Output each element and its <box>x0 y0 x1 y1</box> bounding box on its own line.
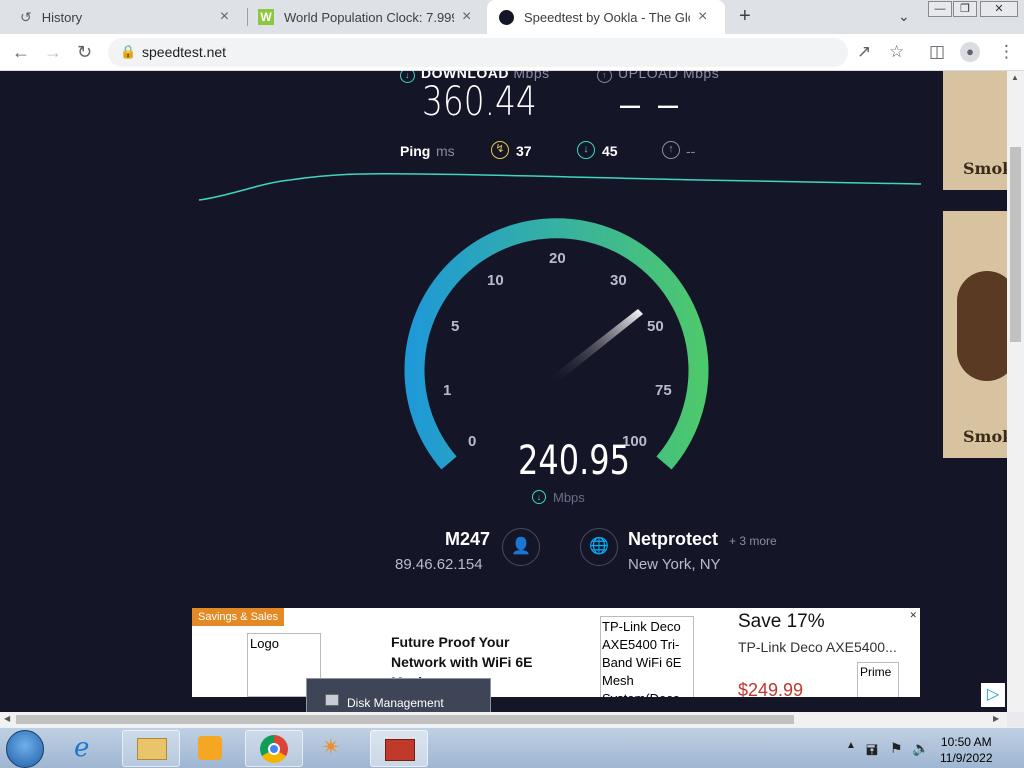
tab-strip: ↺ History × W World Population Clock: 7.… <box>0 0 1024 34</box>
smokey-bear-image <box>957 271 1007 381</box>
worldometer-icon: W <box>258 9 274 25</box>
gauge-tick-label: 5 <box>451 318 459 335</box>
new-tab-button[interactable]: + <box>739 5 751 28</box>
ad-save-text: Save 17% <box>738 611 825 632</box>
download-arrow-icon: ↓ <box>532 490 546 504</box>
close-tab-icon[interactable]: × <box>220 8 229 26</box>
gauge-speed-value: 240.95 <box>518 438 630 484</box>
browser-toolbar: ← → ↻ 🔒 speedtest.net ↗ ☆ ◫ ● ⋮ <box>0 34 1024 71</box>
close-window-button[interactable]: ✕ <box>980 1 1018 17</box>
ad-price: $249.99 <box>738 680 804 697</box>
clock-time: 10:50 AM <box>940 735 992 749</box>
gauge-tick-label: 10 <box>487 272 504 289</box>
server-name[interactable]: Netprotect <box>628 529 718 550</box>
side-ad-text: Smok <box>963 159 1007 178</box>
tab-history[interactable]: ↺ History × <box>10 0 246 34</box>
server-location: New York, NY <box>628 556 721 573</box>
disk-management-icon <box>325 694 339 706</box>
menu-kebab-icon[interactable]: ⋮ <box>998 42 1015 62</box>
tray-expand-icon[interactable]: ▲ <box>846 740 856 751</box>
ad-close-icon[interactable]: ✕ <box>909 610 917 621</box>
ad-logo-alt: Logo <box>250 636 279 651</box>
gauge-tick-label: 75 <box>655 382 672 399</box>
side-ad-top[interactable]: Smok <box>943 71 1007 190</box>
history-icon: ↺ <box>20 8 32 25</box>
side-panel-icon[interactable]: ◫ <box>929 42 945 62</box>
close-tab-icon[interactable]: × <box>462 8 471 26</box>
tab-speedtest[interactable]: Speedtest by Ookla - The Global × <box>487 0 725 34</box>
scroll-right-icon[interactable]: ▶ <box>993 714 999 723</box>
ad-product-alt: TP-Link Deco AXE5400 Tri-Band WiFi 6E Me… <box>602 619 682 697</box>
gauge-tick-label: 1 <box>443 382 451 399</box>
disk-management-thumbnail[interactable]: Disk Management <box>306 678 491 712</box>
adchoices-icon[interactable]: ▷ <box>981 683 1005 707</box>
isp-name: M247 <box>445 529 491 549</box>
ad-product-image: TP-Link Deco AXE5400 Tri-Band WiFi 6E Me… <box>600 616 694 697</box>
media-player-icon[interactable] <box>198 736 222 760</box>
globe-icon: 🌐 <box>580 528 618 566</box>
folder-icon <box>137 738 167 760</box>
system-clock[interactable]: 10:50 AM 11/9/2022 <box>940 734 993 766</box>
gauge-tick-label: 50 <box>647 318 664 335</box>
ad-tag: Savings & Sales <box>192 608 285 626</box>
url-text[interactable]: speedtest.net <box>142 44 226 60</box>
side-ad-bottom[interactable]: Smok <box>943 211 1007 458</box>
back-icon[interactable]: ← <box>12 42 30 63</box>
toolbox-icon <box>385 739 415 761</box>
avast-icon[interactable]: ✴ <box>321 733 341 762</box>
address-bar[interactable]: 🔒 speedtest.net <box>108 38 848 67</box>
vertical-scrollbar[interactable]: ▲ <box>1007 71 1024 712</box>
tab-title: History <box>41 9 83 25</box>
horizontal-scrollbar[interactable]: ◀ ▶ <box>0 712 1007 727</box>
chrome-icon <box>260 735 288 763</box>
server-more-link[interactable]: + 3 more <box>729 534 777 548</box>
horizontal-scroll-thumb[interactable] <box>16 715 794 724</box>
speedtest-page: ↓ DOWNLOAD Mbps ↑ UPLOAD Mbps 360.44 – – P… <box>0 71 1024 712</box>
volume-icon[interactable]: 🔊 <box>912 740 929 757</box>
gauge-needle <box>548 309 643 386</box>
start-button[interactable] <box>6 730 44 768</box>
tab-divider <box>247 8 248 26</box>
gauge-tick-label: 30 <box>610 272 627 289</box>
banner-ad[interactable]: Savings & Sales Logo Future Proof Your N… <box>192 608 920 697</box>
ad-prime-image: Prime <box>857 662 899 697</box>
reload-icon[interactable]: ↻ <box>77 42 92 63</box>
isp-ip: 89.46.62.154 <box>395 556 483 573</box>
windows-taskbar: e ✴ ▲ 🖬 ⚑ 🔊 10:50 AM 11/9/2022 <box>0 727 1024 768</box>
clock-date: 11/9/2022 <box>940 751 993 765</box>
internet-explorer-icon[interactable]: e <box>74 733 89 763</box>
tab-search-icon[interactable]: ⌄ <box>898 8 910 25</box>
gauge-tick-label: 20 <box>549 250 566 267</box>
speed-history-line <box>198 172 922 201</box>
restore-button[interactable]: ❐ <box>953 1 977 17</box>
ad-prime-alt: Prime <box>860 665 892 679</box>
taskbar-computer-management[interactable] <box>370 730 428 767</box>
ad-product-name[interactable]: TP-Link Deco AXE5400... <box>738 639 897 655</box>
close-tab-icon[interactable]: × <box>698 8 707 26</box>
taskbar-explorer[interactable] <box>122 730 180 767</box>
scroll-left-icon[interactable]: ◀ <box>4 714 10 723</box>
tab-population-clock[interactable]: W World Population Clock: 7.999 Bil × <box>250 0 486 34</box>
gauge-tick-label: 0 <box>468 433 476 450</box>
tab-title: Speedtest by Ookla - The Global <box>524 9 690 25</box>
lock-icon[interactable]: 🔒 <box>120 44 136 60</box>
taskbar-chrome[interactable] <box>245 730 303 767</box>
gauge-unit: Mbps <box>553 490 585 505</box>
profile-avatar[interactable]: ● <box>960 42 980 62</box>
user-icon: 👤 <box>502 528 540 566</box>
share-icon[interactable]: ↗ <box>857 42 871 62</box>
speedtest-icon <box>499 9 514 25</box>
scroll-up-icon[interactable]: ▲ <box>1011 73 1019 82</box>
forward-icon[interactable]: → <box>44 42 62 63</box>
bookmark-star-icon[interactable]: ☆ <box>889 42 904 62</box>
side-ad-text: Smok <box>963 427 1007 446</box>
tab-title: World Population Clock: 7.999 Bil <box>284 9 454 25</box>
vertical-scroll-thumb[interactable] <box>1010 147 1021 342</box>
disk-management-label: Disk Management <box>347 696 444 710</box>
network-icon[interactable]: 🖬 <box>866 740 878 764</box>
action-center-flag-icon[interactable]: ⚑ <box>890 740 903 757</box>
minimize-button[interactable]: — <box>928 1 952 17</box>
